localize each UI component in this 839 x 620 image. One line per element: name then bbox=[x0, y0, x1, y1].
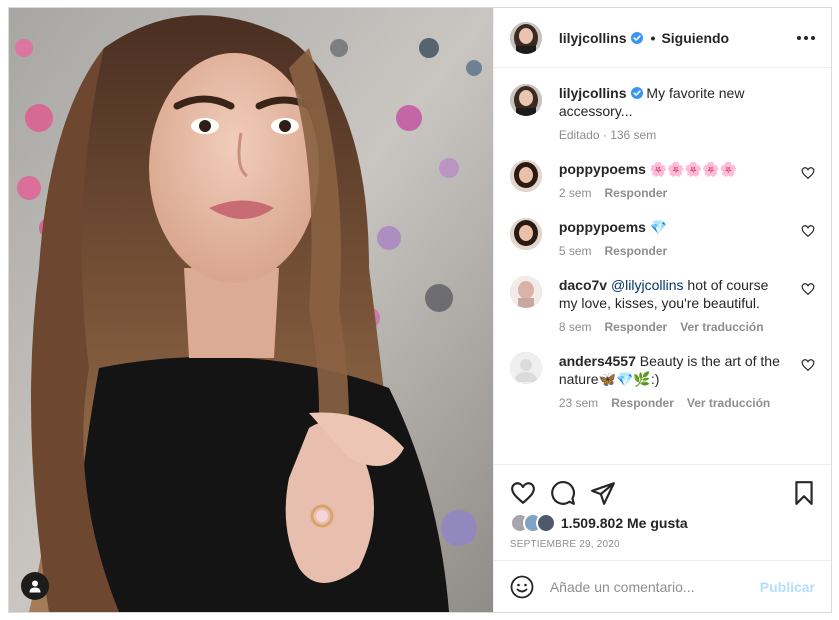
post-image bbox=[9, 8, 493, 612]
commenter-avatar-image bbox=[509, 276, 542, 308]
comment-time: 23 sem bbox=[558, 396, 599, 410]
reply-button[interactable]: Responder bbox=[605, 186, 668, 200]
smiley-icon[interactable] bbox=[510, 575, 534, 599]
caption-avatar[interactable] bbox=[509, 84, 542, 116]
comment-icon[interactable] bbox=[550, 480, 576, 506]
see-translation-button[interactable]: Ver traducción bbox=[680, 320, 763, 334]
post-date: SEPTIEMBRE 29, 2020 bbox=[509, 539, 620, 550]
commenter-avatar[interactable] bbox=[509, 276, 542, 308]
caption-body: lilyjcollins My favorite new accessory..… bbox=[559, 84, 791, 142]
add-comment-bar: Publicar bbox=[493, 560, 831, 612]
verified-badge-icon bbox=[630, 31, 643, 44]
see-translation-button[interactable]: Ver traducción bbox=[687, 396, 770, 410]
comment-username[interactable]: anders4557 bbox=[559, 353, 636, 369]
likes-label: Me gusta bbox=[627, 515, 688, 531]
comment-item: anders4557 Beauty is the art of the natu… bbox=[509, 352, 817, 410]
comment-item: poppypoems 🌸🌸🌸🌸🌸 2 sem Responder bbox=[509, 160, 817, 200]
author-avatar-image bbox=[509, 21, 542, 54]
comment-body: daco7v @lilyjcollins hot of course my lo… bbox=[559, 276, 791, 334]
comment-meta: 2 sem Responder bbox=[559, 186, 791, 200]
author-username[interactable]: lilyjcollins bbox=[559, 30, 627, 46]
more-options-dot bbox=[804, 35, 808, 40]
commenter-avatar-image bbox=[509, 160, 542, 192]
comment-username[interactable]: poppypoems bbox=[559, 161, 646, 177]
user-tag-icon bbox=[29, 580, 41, 593]
caption: lilyjcollins My favorite new accessory..… bbox=[509, 84, 817, 142]
comment-meta: 23 sem Responder Ver traducción bbox=[559, 396, 791, 410]
comment-body: poppypoems 💎 5 sem Responder bbox=[559, 218, 791, 258]
comment-like-heart-icon[interactable] bbox=[801, 282, 815, 296]
caption-username[interactable]: lilyjcollins bbox=[559, 85, 627, 101]
commenter-avatar-image bbox=[509, 218, 542, 250]
comment-text: 🌸🌸🌸🌸🌸 bbox=[649, 161, 738, 177]
post-card: lilyjcollins • Siguiendo lilyjcollins My… bbox=[8, 7, 832, 613]
comment-like-heart-icon[interactable] bbox=[801, 166, 815, 180]
comment-text-line: daco7v @lilyjcollins hot of course my lo… bbox=[559, 276, 791, 312]
default-avatar-icon bbox=[509, 352, 542, 384]
reply-button[interactable]: Responder bbox=[605, 320, 668, 334]
liker-avatars[interactable] bbox=[509, 513, 556, 533]
comment-item: daco7v @lilyjcollins hot of course my lo… bbox=[509, 276, 817, 334]
comment-text-line: anders4557 Beauty is the art of the natu… bbox=[559, 352, 791, 388]
publish-button[interactable]: Publicar bbox=[760, 579, 815, 595]
more-options-icon bbox=[797, 35, 801, 40]
post-header: lilyjcollins • Siguiendo bbox=[493, 8, 831, 68]
comment-meta: 5 sem Responder bbox=[559, 244, 791, 258]
comments-list[interactable]: lilyjcollins My favorite new accessory..… bbox=[494, 68, 831, 464]
commenter-avatar[interactable] bbox=[509, 218, 542, 250]
tag-people-button[interactable] bbox=[21, 572, 49, 600]
likes-count[interactable]: 1.509.802 Me gusta bbox=[561, 515, 688, 531]
more-options-button[interactable] bbox=[795, 30, 817, 46]
comment-body: poppypoems 🌸🌸🌸🌸🌸 2 sem Responder bbox=[559, 160, 791, 200]
caption-text-line: lilyjcollins My favorite new accessory..… bbox=[559, 84, 791, 120]
paper-plane-icon[interactable] bbox=[590, 480, 616, 506]
comment-text-line: poppypoems 💎 bbox=[559, 218, 791, 236]
comment-time: 8 sem bbox=[558, 320, 592, 334]
post-photo[interactable] bbox=[9, 8, 493, 612]
comment-text: 💎 bbox=[649, 219, 668, 235]
author-avatar[interactable] bbox=[509, 21, 542, 54]
post-side-panel: lilyjcollins • Siguiendo lilyjcollins My… bbox=[492, 8, 831, 612]
comment-input[interactable] bbox=[549, 578, 760, 595]
header-user-block: lilyjcollins • Siguiendo bbox=[559, 30, 729, 46]
heart-icon[interactable] bbox=[510, 480, 536, 506]
comment-body: anders4557 Beauty is the art of the natu… bbox=[559, 352, 791, 410]
comment-meta: 8 sem Responder Ver traducción bbox=[559, 320, 791, 334]
caption-avatar-image bbox=[509, 84, 542, 116]
liker-avatar bbox=[535, 513, 556, 533]
comment-time: 5 sem bbox=[558, 244, 592, 258]
likes-number: 1.509.802 bbox=[560, 515, 624, 531]
comment-time: 2 sem bbox=[558, 186, 592, 200]
comment-username[interactable]: poppypoems bbox=[559, 219, 646, 235]
comment-mention[interactable]: @lilyjcollins bbox=[611, 277, 684, 293]
post-actions: 1.509.802 Me gusta SEPTIEMBRE 29, 2020 bbox=[493, 464, 831, 560]
more-options-dot bbox=[811, 35, 815, 40]
verified-badge-icon bbox=[630, 87, 643, 99]
comment-username[interactable]: daco7v bbox=[559, 277, 607, 293]
commenter-avatar[interactable] bbox=[509, 160, 542, 192]
action-icons-row bbox=[510, 473, 817, 513]
reply-button[interactable]: Responder bbox=[611, 396, 674, 410]
caption-edited-time: Editado · 136 sem bbox=[558, 128, 657, 142]
comment-item: poppypoems 💎 5 sem Responder bbox=[509, 218, 817, 258]
comment-like-heart-icon[interactable] bbox=[801, 358, 815, 372]
comment-like-heart-icon[interactable] bbox=[801, 224, 815, 238]
caption-meta: Editado · 136 sem bbox=[559, 128, 791, 142]
bookmark-icon[interactable] bbox=[791, 480, 817, 506]
commenter-avatar[interactable] bbox=[509, 352, 542, 384]
reply-button[interactable]: Responder bbox=[605, 244, 668, 258]
likes-row: 1.509.802 Me gusta bbox=[509, 513, 817, 533]
following-button[interactable]: Siguiendo bbox=[661, 30, 729, 46]
header-separator: • bbox=[650, 29, 656, 46]
comment-text-line: poppypoems 🌸🌸🌸🌸🌸 bbox=[559, 160, 791, 178]
